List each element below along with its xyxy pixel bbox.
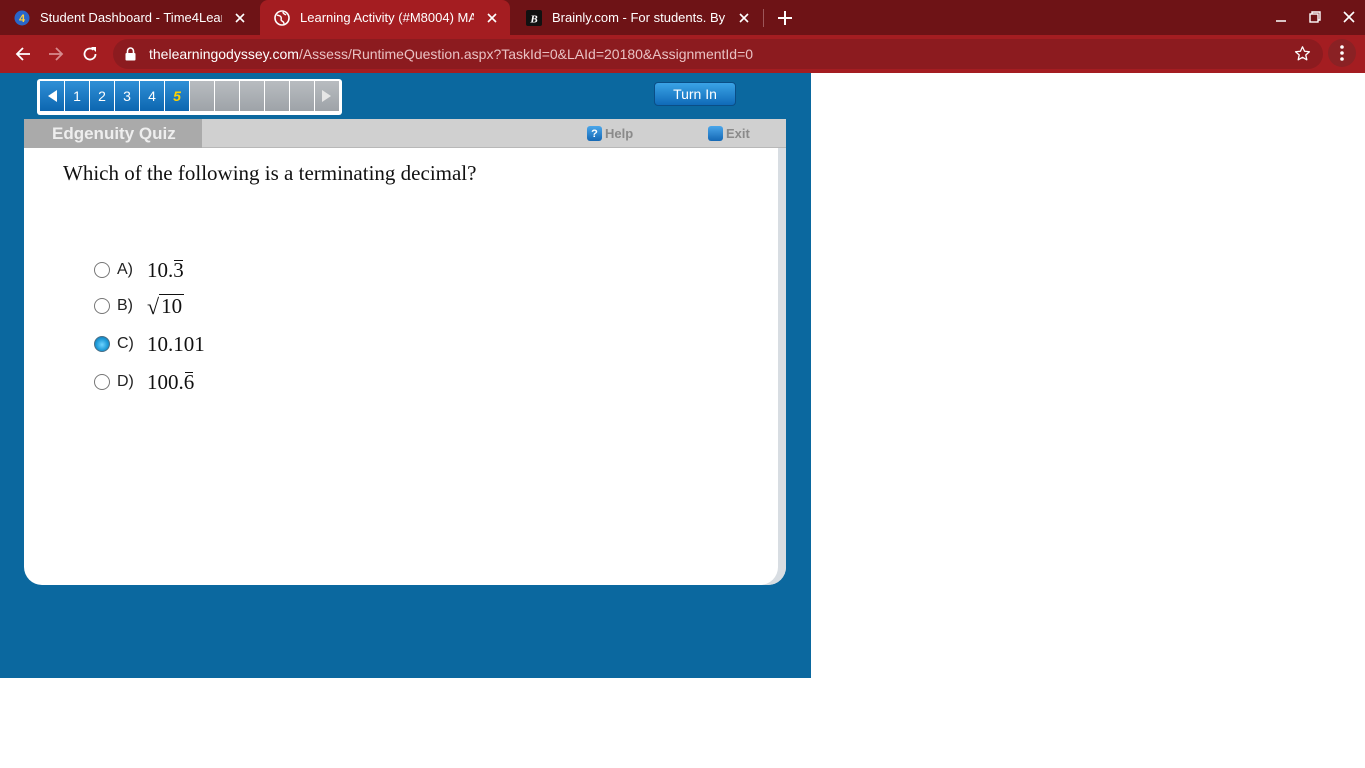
option-value-integer-part: 10. [147,257,174,282]
close-tab-icon[interactable] [734,8,754,28]
exit-square-icon [708,126,723,141]
question-number-3[interactable]: 3 [115,81,139,111]
quiz-app: 1 2 3 4 5 Turn In Edgenuity Quiz ? Help … [0,73,811,678]
question-text: Which of the following is a terminating … [63,161,477,185]
exit-link[interactable]: Exit [708,126,750,141]
quiz-frame: Edgenuity Quiz ? Help Exit Which of the … [10,119,800,585]
help-label: Help [605,126,634,141]
option-letter: B) [117,297,133,314]
forward-arrow-icon[interactable] [44,42,68,66]
quiz-panel: Edgenuity Quiz ? Help Exit Which of the … [24,119,786,585]
url-path: /Assess/RuntimeQuestion.aspx?TaskId=0&LA… [298,46,754,62]
question-number-2[interactable]: 2 [90,81,114,111]
help-question-icon: ? [587,126,602,141]
tab-brainly[interactable]: B Brainly.com - For students. By stu [512,0,762,35]
lock-icon [125,47,136,66]
question-slot-empty [240,81,264,111]
brainly-favicon-icon: B [526,9,542,26]
radicand: 10 [159,293,185,318]
repeating-digit: 3 [173,257,184,282]
option-letter: D) [117,373,134,390]
question-slot-empty [190,81,214,111]
radio-button[interactable] [94,298,110,314]
question-number-1[interactable]: 1 [65,81,89,111]
tab-learning-activity[interactable]: Learning Activity (#M8004) MA8 [260,0,510,35]
quiz-header: Edgenuity Quiz ? Help Exit [24,119,786,148]
next-question-arrow-icon[interactable] [315,81,339,111]
globe-icon [274,9,290,26]
question-number-5-current[interactable]: 5 [165,81,189,111]
question-number-4[interactable]: 4 [140,81,164,111]
question-slot-empty [265,81,289,111]
option-value: 100.6 [147,370,194,395]
tab-title: Learning Activity (#M8004) MA8 [300,10,474,25]
option-value: 10.101 [147,331,205,356]
bookmark-star-icon[interactable] [1294,45,1311,67]
svg-text:4: 4 [19,13,26,25]
exit-label: Exit [726,126,750,141]
browser-menu-kebab-icon[interactable] [1328,39,1356,67]
help-link[interactable]: ? Help [587,126,633,141]
restore-icon[interactable] [1303,5,1327,29]
square-root-symbol-icon: √ [147,294,160,320]
option-value-integer-part: 100. [147,369,184,394]
close-tab-icon[interactable] [230,8,250,28]
close-window-icon[interactable] [1337,5,1361,29]
option-letter: C) [117,335,134,352]
repeating-digit: 6 [183,369,195,394]
question-slot-empty [215,81,239,111]
answer-option-a[interactable]: A) 10.3 [94,257,184,283]
url-host: thelearningodyssey.com [149,46,299,62]
minimize-icon[interactable] [1269,5,1293,29]
tab-title: Student Dashboard - Time4Learn [40,10,222,25]
address-bar[interactable]: thelearningodyssey.com/Assess/RuntimeQue… [113,39,1323,69]
tab-title: Brainly.com - For students. By stu [552,10,726,25]
radio-button-selected[interactable] [94,336,110,352]
previous-question-arrow-icon[interactable] [40,81,64,111]
option-value: √ 10 [147,293,185,320]
quiz-title: Edgenuity Quiz [24,119,202,148]
url-text: thelearningodyssey.com/Assess/RuntimeQue… [149,46,753,62]
answer-option-b[interactable]: B) √ 10 [94,293,185,320]
answer-option-c[interactable]: C) 10.101 [94,331,205,357]
option-value: 10.3 [147,258,184,283]
tab-student-dashboard[interactable]: 4 Student Dashboard - Time4Learn [0,0,258,35]
question-slot-empty [290,81,314,111]
turn-in-button[interactable]: Turn In [654,82,736,106]
back-arrow-icon[interactable] [11,42,35,66]
answer-option-d[interactable]: D) 100.6 [94,369,194,395]
new-tab-plus-icon[interactable] [773,6,797,30]
question-navigator: 1 2 3 4 5 [37,79,342,115]
tab-separator [763,9,764,27]
radio-button[interactable] [94,374,110,390]
svg-text:B: B [529,13,537,25]
browser-tab-bar: 4 Student Dashboard - Time4Learn Learnin… [0,0,1365,35]
time4learning-favicon-icon: 4 [14,10,30,26]
radio-button[interactable] [94,262,110,278]
close-tab-icon[interactable] [482,8,502,28]
browser-toolbar: thelearningodyssey.com/Assess/RuntimeQue… [0,35,1365,73]
reload-icon[interactable] [78,42,102,66]
option-letter: A) [117,261,133,278]
